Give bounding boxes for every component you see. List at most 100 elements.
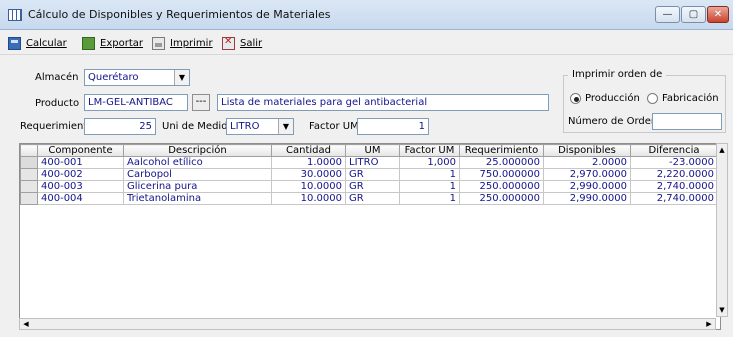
unidad-label: Uni de Medida — [162, 121, 234, 132]
cell-diferencia[interactable]: 2,220.0000 — [630, 168, 718, 181]
table-header-row: Componente Descripción Cantidad UM Facto… — [20, 144, 718, 157]
close-button[interactable]: ✕ — [707, 6, 729, 23]
cell-requerimiento[interactable]: 750.000000 — [459, 168, 544, 181]
chevron-down-icon[interactable]: ▼ — [278, 119, 293, 134]
col-um[interactable]: UM — [345, 144, 400, 157]
radio-fabricacion[interactable]: Fabricación — [647, 93, 719, 104]
almacen-label: Almacén — [35, 72, 79, 83]
cell-diferencia[interactable]: -23.0000 — [630, 156, 718, 169]
cell-um[interactable]: GR — [345, 192, 400, 205]
col-diferencia[interactable]: Diferencia — [630, 144, 718, 157]
cell-disponibles[interactable]: 2.0000 — [543, 156, 631, 169]
materials-grid[interactable]: Componente Descripción Cantidad UM Facto… — [19, 143, 721, 330]
row-indicator[interactable] — [20, 180, 38, 193]
export-icon — [82, 37, 95, 50]
cell-componente[interactable]: 400-003 — [37, 180, 124, 193]
numero-orden-label: Número de Orden — [568, 116, 658, 127]
unidad-select[interactable]: LITRO ▼ — [226, 118, 294, 135]
cell-disponibles[interactable]: 2,970.0000 — [543, 168, 631, 181]
col-descripcion[interactable]: Descripción — [123, 144, 272, 157]
cell-disponibles[interactable]: 2,990.0000 — [543, 180, 631, 193]
radio-produccion[interactable]: Producción — [570, 93, 640, 104]
product-lookup-button[interactable]: --- — [192, 94, 210, 111]
col-requerimiento[interactable]: Requerimiento — [459, 144, 544, 157]
imprimir-button[interactable]: Imprimir — [152, 36, 213, 51]
exportar-button[interactable]: Exportar — [82, 36, 143, 51]
cell-factor-um[interactable]: 1 — [399, 168, 460, 181]
exportar-label: Exportar — [100, 38, 143, 49]
cell-componente[interactable]: 400-002 — [37, 168, 124, 181]
factor-um-label: Factor UM — [309, 121, 359, 132]
cell-descripcion[interactable]: Trietanolamina — [123, 192, 272, 205]
cell-um[interactable]: GR — [345, 168, 400, 181]
row-indicator[interactable] — [20, 168, 38, 181]
producto-code-field[interactable]: LM-GEL-ANTIBAC — [84, 94, 188, 111]
cell-descripcion[interactable]: Carbopol — [123, 168, 272, 181]
cell-factor-um[interactable]: 1 — [399, 192, 460, 205]
radio-fabricacion-label: Fabricación — [662, 93, 719, 104]
scroll-up-icon[interactable]: ▲ — [717, 144, 727, 156]
table-row[interactable]: 400-002 Carbopol 30.0000 GR 1 750.000000… — [20, 168, 718, 181]
cell-cantidad[interactable]: 30.0000 — [271, 168, 346, 181]
col-factor-um[interactable]: Factor UM — [399, 144, 460, 157]
cell-factor-um[interactable]: 1 — [399, 180, 460, 193]
radio-selected-icon — [570, 93, 581, 104]
producto-description-field[interactable]: Lista de materiales para gel antibacteri… — [217, 94, 549, 111]
cell-requerimiento[interactable]: 250.000000 — [459, 192, 544, 205]
minimize-button[interactable]: — — [655, 6, 680, 23]
cell-cantidad[interactable]: 1.0000 — [271, 156, 346, 169]
cell-disponibles[interactable]: 2,990.0000 — [543, 192, 631, 205]
app-window: Cálculo de Disponibles y Requerimientos … — [0, 0, 733, 337]
cell-descripcion[interactable]: Aalcohol etílico — [123, 156, 272, 169]
printer-icon — [152, 37, 165, 50]
calcular-button[interactable]: Calcular — [8, 36, 67, 51]
calcular-label: Calcular — [26, 38, 67, 49]
requerimiento-label: Requerimiento — [20, 121, 94, 132]
radio-unselected-icon — [647, 93, 658, 104]
chevron-down-icon[interactable]: ▼ — [174, 70, 189, 85]
cell-factor-um[interactable]: 1,000 — [399, 156, 460, 169]
title-bar: Cálculo de Disponibles y Requerimientos … — [0, 0, 733, 30]
cell-cantidad[interactable]: 10.0000 — [271, 192, 346, 205]
unidad-value: LITRO — [230, 121, 260, 132]
cell-descripcion[interactable]: Glicerina pura — [123, 180, 272, 193]
toolbar: Calcular Exportar Imprimir Salir — [0, 31, 733, 55]
horizontal-scrollbar[interactable]: ◀ ▶ — [19, 318, 716, 330]
row-indicator-header — [20, 144, 38, 157]
salir-button[interactable]: Salir — [222, 36, 262, 51]
col-cantidad[interactable]: Cantidad — [271, 144, 346, 157]
cell-componente[interactable]: 400-004 — [37, 192, 124, 205]
row-indicator[interactable] — [20, 192, 38, 205]
app-icon — [8, 9, 22, 21]
requerimiento-field[interactable]: 25 — [84, 118, 156, 135]
salir-label: Salir — [240, 38, 263, 49]
window-title: Cálculo de Disponibles y Requerimientos … — [28, 8, 331, 21]
col-disponibles[interactable]: Disponibles — [543, 144, 631, 157]
calculator-icon — [8, 37, 21, 50]
materials-table: Componente Descripción Cantidad UM Facto… — [20, 144, 718, 205]
factor-um-field[interactable]: 1 — [357, 118, 429, 135]
scroll-down-icon[interactable]: ▼ — [717, 304, 727, 316]
col-componente[interactable]: Componente — [37, 144, 124, 157]
table-row[interactable]: 400-004 Trietanolamina 10.0000 GR 1 250.… — [20, 192, 718, 205]
almacen-select[interactable]: Querétaro ▼ — [84, 69, 190, 86]
cell-componente[interactable]: 400-001 — [37, 156, 124, 169]
numero-orden-field[interactable] — [652, 113, 722, 130]
table-row[interactable]: 400-001 Aalcohol etílico 1.0000 LITRO 1,… — [20, 156, 718, 169]
table-row[interactable]: 400-003 Glicerina pura 10.0000 GR 1 250.… — [20, 180, 718, 193]
producto-label: Producto — [35, 98, 80, 109]
cell-um[interactable]: GR — [345, 180, 400, 193]
scroll-left-icon[interactable]: ◀ — [20, 319, 32, 329]
print-order-title: Imprimir orden de — [568, 69, 667, 80]
row-indicator[interactable] — [20, 156, 38, 169]
vertical-scrollbar[interactable]: ▲ ▼ — [716, 143, 728, 317]
scroll-right-icon[interactable]: ▶ — [703, 319, 715, 329]
cell-cantidad[interactable]: 10.0000 — [271, 180, 346, 193]
cell-diferencia[interactable]: 2,740.0000 — [630, 180, 718, 193]
cell-requerimiento[interactable]: 250.000000 — [459, 180, 544, 193]
imprimir-label: Imprimir — [170, 38, 213, 49]
cell-requerimiento[interactable]: 25.000000 — [459, 156, 544, 169]
cell-diferencia[interactable]: 2,740.0000 — [630, 192, 718, 205]
cell-um[interactable]: LITRO — [345, 156, 400, 169]
maximize-button[interactable]: ▢ — [681, 6, 706, 23]
